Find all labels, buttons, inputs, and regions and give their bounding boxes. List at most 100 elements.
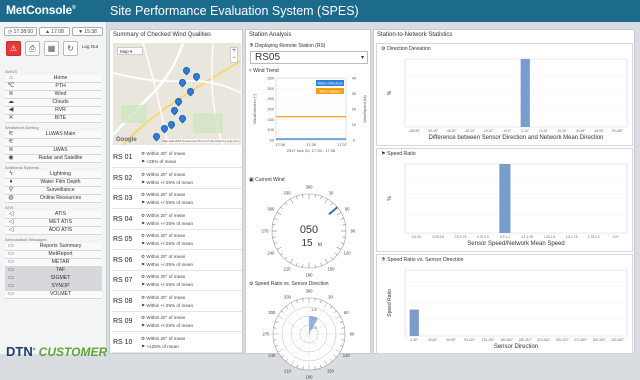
nav-item-atis[interactable]: ◁ ATIS: [5, 211, 102, 219]
gear-icon: ⚙: [141, 335, 146, 341]
logout-button[interactable]: Log Out: [82, 44, 98, 49]
station-row[interactable]: RS 03 ⚙ Within 20° of mean ⚑ Within +/-25%…: [112, 190, 242, 209]
message-icon: ▭: [8, 267, 14, 273]
station-row[interactable]: RS 09 ⚙ Within 20° of mean ⚑ Within +/-25%…: [112, 313, 242, 332]
station-name: RS 03: [113, 195, 133, 202]
nav-group-title: Aeronautical Messages: [5, 237, 47, 242]
compass-tick-label: 180: [306, 375, 314, 380]
station-row[interactable]: RS 02 ⚙ Within 20° of mean ⚑ Within +/-25%…: [112, 170, 242, 189]
refresh-icon: ↻: [67, 44, 74, 53]
nav-item-metar[interactable]: ▭ METAR: [5, 259, 102, 267]
nav-group-title: AWOS: [5, 69, 18, 74]
direction-check: ⚙ Within 20° of mean: [141, 233, 186, 238]
flag-icon: ⚑: [141, 179, 146, 185]
nav-item-label: BITE: [54, 115, 67, 121]
station-name: RS 10: [113, 338, 133, 346]
nav-item-bite[interactable]: ✕ BITE: [5, 115, 102, 123]
nav-item-radar-and-satellite[interactable]: ◉ Radar and Satellite: [5, 155, 102, 163]
alarm-button[interactable]: ⚠: [6, 41, 21, 56]
nav-item-wind[interactable]: ≋ Wind: [5, 91, 102, 99]
nav-item-online-resources[interactable]: ◍ Online Resources: [5, 195, 102, 203]
nav-item-clouds[interactable]: ☁ Clouds: [5, 99, 102, 107]
compass-tick-label: 90: [350, 332, 355, 337]
zoom-out-button[interactable]: −: [231, 55, 237, 62]
compass-tick-label: 270: [263, 332, 271, 337]
nav-item-met-atis[interactable]: ◁ MET ATIS: [5, 219, 102, 227]
trend-right-tick: 0: [353, 138, 356, 143]
ado-atis-icon: ◁: [8, 227, 14, 233]
station-row[interactable]: RS 08 ⚙ Within 20° of mean ⚑ Within +/-25%…: [112, 293, 242, 312]
direction-check: ⚙ Within 20° of mean: [141, 212, 186, 218]
globe-icon: ◍: [8, 195, 14, 201]
zoom-in-button[interactable]: +: [231, 48, 237, 55]
compass-tick-label: 240: [267, 251, 275, 256]
refresh-button[interactable]: ↻: [63, 41, 78, 56]
station-map[interactable]: Map ▾ + − Google Map data 2018 Governmen…: [113, 43, 241, 145]
nav-item-reports-summary[interactable]: ▭ Reports Summary: [5, 243, 102, 251]
x-tick-label: 240-270°: [556, 338, 570, 342]
speed-check: ⚑ Within +/-25% of mean: [141, 261, 194, 267]
x-tick-label: 0-0.25: [412, 235, 421, 239]
nav-item-label: ATIS: [54, 211, 67, 217]
compass-tick-label: 30: [328, 294, 333, 299]
direction-deviation-title: ⚙ Direction Deviation: [381, 46, 431, 52]
station-name: RS 02: [113, 174, 133, 182]
nav-item-volmet[interactable]: ▭ VOLMET: [5, 291, 102, 299]
nav-item-label: Reports Summary: [39, 243, 82, 249]
nav-item-water-film-depth[interactable]: ♦ Water Film Depth: [5, 179, 102, 187]
x-tick-label: 0.25-0.5: [432, 235, 444, 239]
x-tick-label: 10-20°: [539, 129, 549, 133]
x-axis-label: Sensor Speed/Network Mean Speed: [467, 241, 564, 247]
speed-check: ⚑ Within +/-25% of mean: [141, 220, 194, 226]
nav-item-wind-alert[interactable]: ⚟: [5, 139, 102, 147]
calendar-button[interactable]: ▦: [44, 41, 59, 56]
nav-item-ado-atis[interactable]: ◁ ADO ATIS: [5, 227, 102, 235]
compass-tick-label: 300: [268, 310, 276, 315]
station-row[interactable]: RS 10 ⚙ Within 20° of mean ⚑ >125% of mean: [112, 334, 242, 353]
trend-right-tick: 30: [352, 91, 357, 96]
nav-item-label: LLWAS Main: [45, 131, 76, 137]
station-row[interactable]: RS 05 ⚙ Within 20° of mean ⚑ Within +/-25%…: [112, 231, 242, 250]
nav-item-surveillance[interactable]: ⚲ Surveillance: [5, 187, 102, 195]
station-row[interactable]: RS 01 ⚙ Within 20° of mean ⚑ <25% of mean: [112, 149, 242, 168]
x-tick-label: 0.5-0.75: [455, 235, 467, 239]
nav-item-llwas-main[interactable]: ⚟ LLWAS Main: [5, 131, 102, 139]
x-tick-label: -20-10°: [483, 129, 494, 133]
nav-item-label: Clouds: [52, 99, 69, 105]
ratio-polar-chart: 3603303002702402101801501209060301.51.00…: [263, 289, 355, 380]
water-icon: ♦: [9, 179, 13, 185]
direction-check: ⚙ Within 20° of mean: [141, 253, 186, 259]
station-row[interactable]: RS 06 ⚙ Within 20° of mean ⚑ Within +/-25%…: [112, 252, 242, 271]
message-icon: ▭: [8, 275, 14, 281]
print-button[interactable]: ⎙: [25, 41, 40, 56]
nav-item-label: LWAS: [53, 147, 68, 153]
current-wind-compass: 360 330 300 270 240 210 180 150 120 90 60 30 050 15 kt: [262, 185, 356, 278]
x-tick-label: 90-120°: [464, 338, 476, 342]
speed-check: ⚑ Within +/-25% of mean: [141, 200, 194, 205]
nav-item-home[interactable]: ⌂ Home: [5, 75, 102, 83]
nav-item-lwas[interactable]: ≋ LWAS: [5, 147, 102, 155]
nav-item-synop[interactable]: ▭ SYNOP: [5, 283, 102, 291]
current-wind-title: ▣ Current Wind: [249, 177, 285, 183]
nav-item-lightning[interactable]: ϟ Lightning: [5, 171, 102, 179]
nav-item-label: ADO ATIS: [48, 227, 73, 233]
station-row[interactable]: RS 07 ⚙ Within 20° of mean ⚑ Within +/-25%…: [112, 272, 242, 291]
remote-station-select[interactable]: RS05 ▾: [250, 51, 368, 64]
nav-item-sigmet[interactable]: ▭ SIGMET: [5, 275, 102, 283]
calendar-icon: ▦: [47, 44, 56, 53]
speed-check: ⚑ Within +/-25% of mean: [141, 179, 194, 185]
map-type-select[interactable]: Map ▾: [117, 47, 143, 55]
surveillance-icon: ⚲: [8, 187, 14, 193]
flag-icon: ⚑: [141, 241, 146, 246]
compass-tick-label: 150: [328, 267, 336, 272]
trend-left-tick: 200: [267, 107, 274, 112]
gear-icon: ⚙: [141, 233, 146, 238]
home-icon: ⌂: [9, 75, 13, 81]
station-row[interactable]: RS 04 ⚙ Within 20° of mean ⚑ Within +/-25%…: [112, 211, 242, 230]
compass-tick-label: 300: [267, 207, 275, 212]
nav-item-taf[interactable]: ▭ TAF: [5, 267, 102, 275]
wind-icon: ≋: [8, 91, 14, 97]
nav-item-pth[interactable]: ℃ PTH: [5, 83, 102, 91]
nav-item-metreport[interactable]: ▭ MetReport: [5, 251, 102, 259]
nav-item-rvr[interactable]: ◀ RVR: [5, 107, 102, 115]
